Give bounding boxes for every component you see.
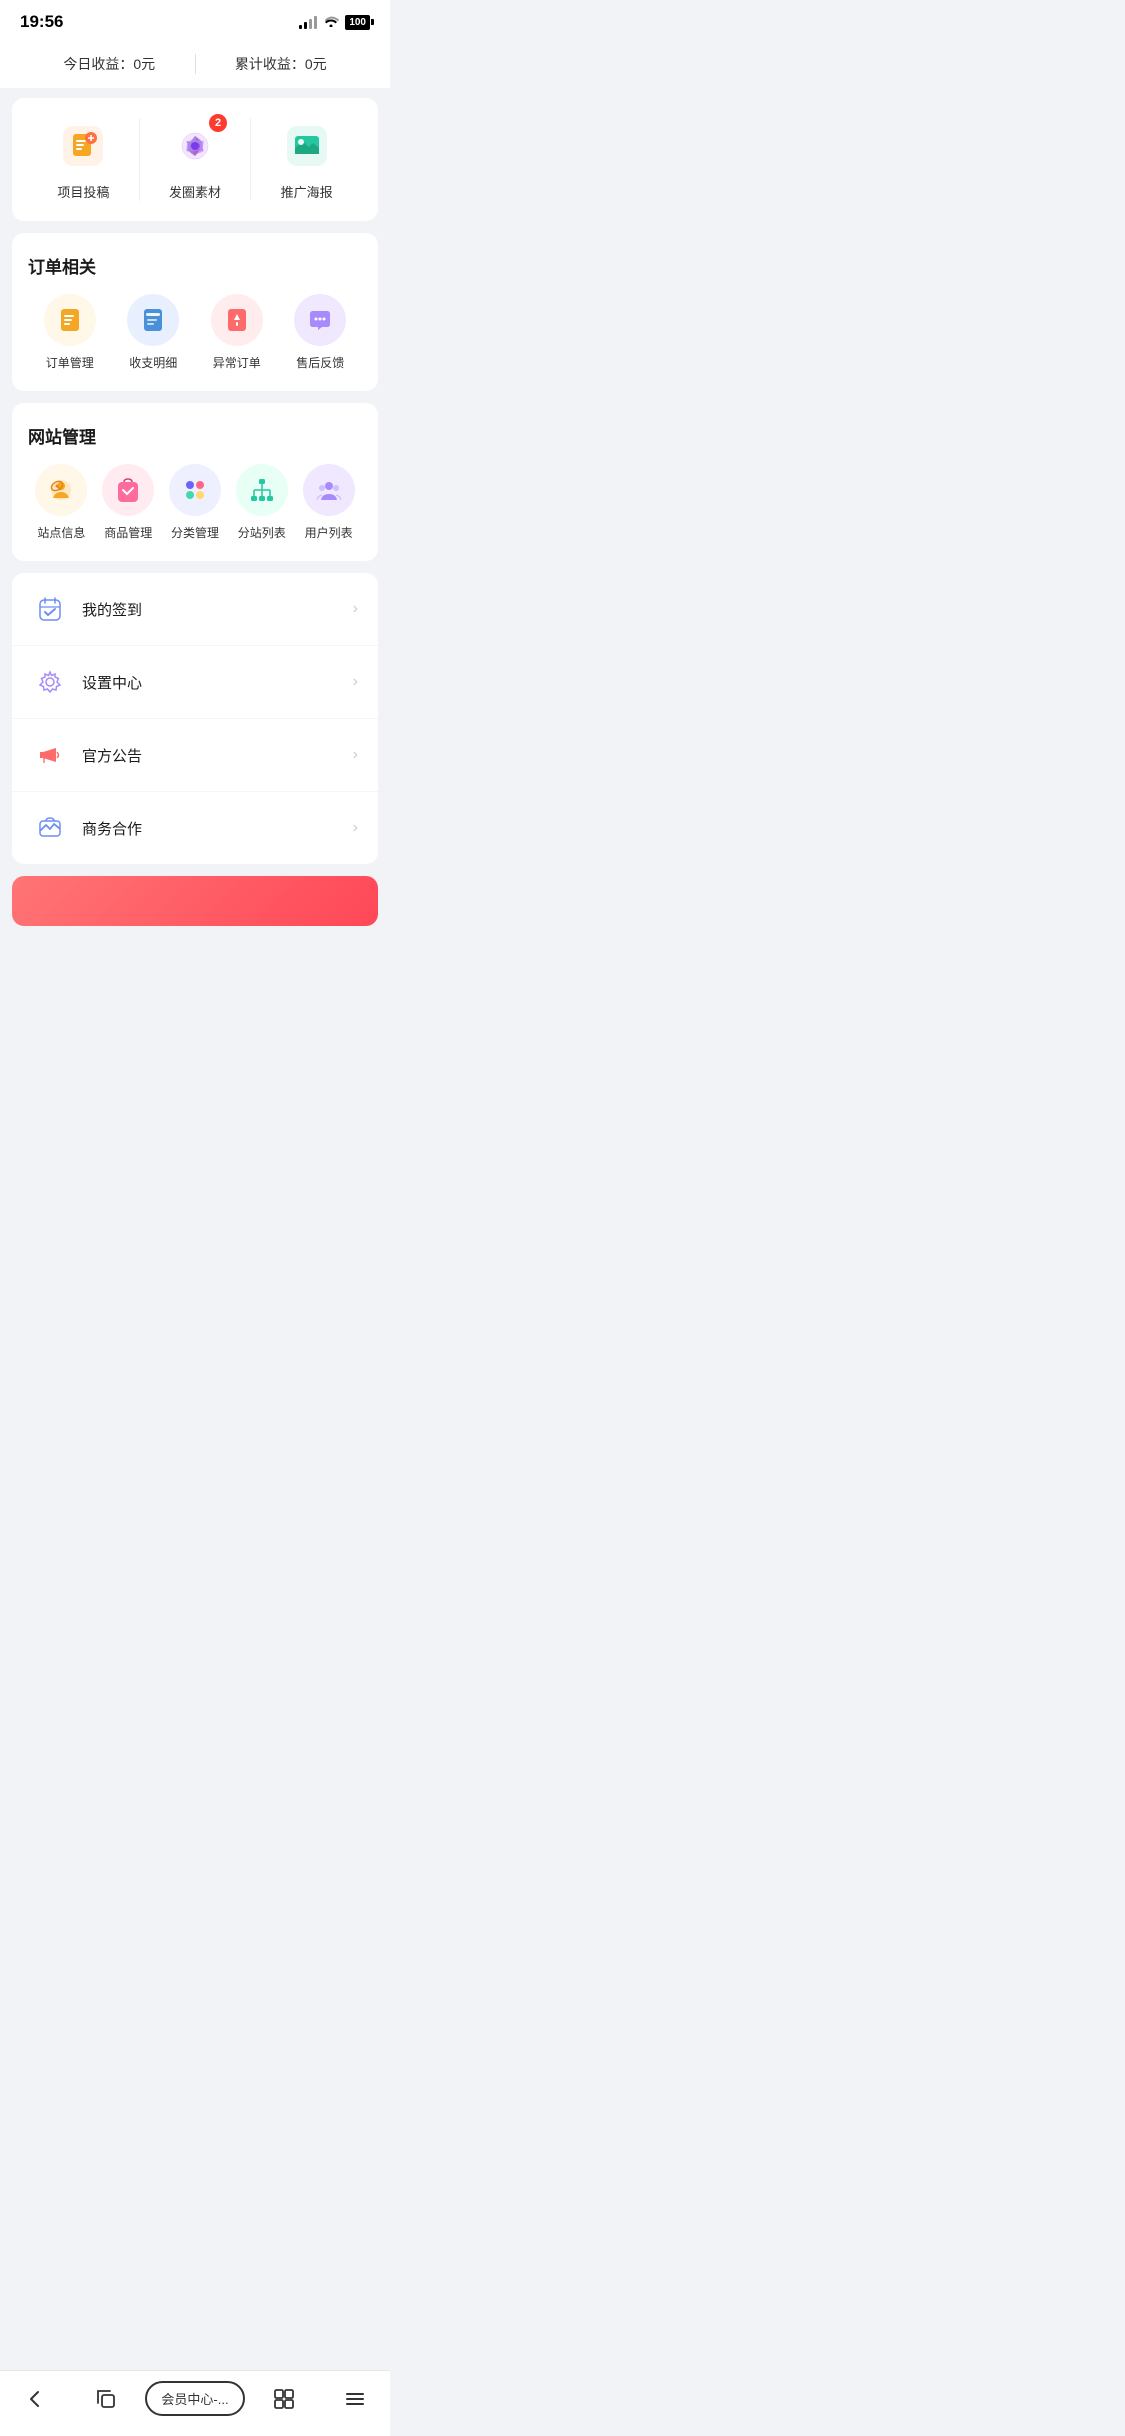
quick-action-moments[interactable]: 2 发圈素材 (140, 118, 252, 201)
wifi-icon (323, 15, 339, 30)
menu-item-checkin[interactable]: 我的签到 › (12, 573, 378, 646)
back-icon (24, 2388, 46, 2410)
grid-item-abnormal[interactable]: 异常订单 (195, 294, 279, 371)
checkin-label: 我的签到 (82, 599, 353, 620)
website-section-title: 网站管理 (28, 423, 362, 448)
poster-icon-bg (279, 118, 335, 174)
category-manage-icon (169, 464, 221, 516)
project-label: 项目投稿 (57, 182, 109, 201)
business-label: 商务合作 (82, 818, 353, 839)
poster-label: 推广海报 (281, 182, 333, 201)
nav-grid-button[interactable] (248, 2388, 319, 2410)
grid-item-category-manage[interactable]: 分类管理 (162, 464, 229, 541)
subsite-list-label: 分站列表 (238, 524, 286, 541)
product-manage-icon (102, 464, 154, 516)
website-grid: 站点信息 商品管理 (28, 464, 362, 541)
grid-item-product-manage[interactable]: 商品管理 (95, 464, 162, 541)
grid-icon (273, 2388, 295, 2410)
category-manage-label: 分类管理 (171, 524, 219, 541)
red-bottom-button[interactable] (12, 876, 378, 926)
status-time: 19:56 (20, 12, 63, 32)
moments-label: 发圈素材 (169, 182, 221, 201)
order-section-card: 订单相关 订单管理 (12, 233, 378, 391)
status-icons: 100 (299, 15, 370, 30)
moments-badge: 2 (209, 114, 227, 132)
income-detail-label: 收支明细 (129, 354, 177, 371)
copy-icon (95, 2388, 117, 2410)
project-icon (63, 126, 103, 166)
quick-actions-card: 项目投稿 (12, 98, 378, 221)
menu-item-settings[interactable]: 设置中心 › (12, 646, 378, 719)
business-icon (32, 810, 68, 846)
project-icon-bg (55, 118, 111, 174)
menu-item-announcement[interactable]: 官方公告 › (12, 719, 378, 792)
subsite-list-icon (236, 464, 288, 516)
nav-center-button[interactable]: 会员中心-... (142, 2381, 248, 2416)
user-list-icon (303, 464, 355, 516)
site-info-icon (35, 464, 87, 516)
abnormal-order-label: 异常订单 (213, 354, 261, 371)
battery-icon: 100 (345, 15, 370, 30)
grid-item-user-list[interactable]: 用户列表 (295, 464, 362, 541)
settings-chevron: › (353, 673, 358, 691)
announcement-label: 官方公告 (82, 745, 353, 766)
order-manage-label: 订单管理 (46, 354, 94, 371)
menu-item-business[interactable]: 商务合作 › (12, 792, 378, 864)
total-income: 累计收益：0元 (196, 54, 367, 74)
grid-item-after-sale[interactable]: 售后反馈 (279, 294, 363, 371)
checkin-chevron: › (353, 600, 358, 618)
after-sale-icon (294, 294, 346, 346)
today-income: 今日收益：0元 (24, 54, 195, 74)
menu-icon (344, 2388, 366, 2410)
moments-icon-bg: 2 (167, 118, 223, 174)
nav-copy-button[interactable] (71, 2388, 142, 2410)
income-detail-icon (127, 294, 179, 346)
nav-menu-button[interactable] (319, 2388, 390, 2410)
quick-action-project[interactable]: 项目投稿 (28, 118, 140, 201)
status-bar: 19:56 100 (0, 0, 390, 40)
grid-item-subsite-list[interactable]: 分站列表 (228, 464, 295, 541)
poster-icon (287, 126, 327, 166)
announcement-icon (32, 737, 68, 773)
site-info-label: 站点信息 (37, 524, 85, 541)
signal-icon (299, 15, 317, 29)
menu-list: 我的签到 › 设置中心 › (12, 573, 378, 864)
bottom-nav: 会员中心-... (0, 2370, 390, 2436)
abnormal-order-icon (211, 294, 263, 346)
after-sale-label: 售后反馈 (296, 354, 344, 371)
business-chevron: › (353, 819, 358, 837)
nav-back-button[interactable] (0, 2388, 71, 2410)
order-manage-icon (44, 294, 96, 346)
grid-item-site-info[interactable]: 站点信息 (28, 464, 95, 541)
grid-item-income-detail[interactable]: 收支明细 (112, 294, 196, 371)
announcement-chevron: › (353, 746, 358, 764)
checkin-icon (32, 591, 68, 627)
product-manage-label: 商品管理 (104, 524, 152, 541)
quick-actions-row: 项目投稿 (28, 118, 362, 201)
income-bar: 今日收益：0元 累计收益：0元 (0, 40, 390, 88)
settings-label: 设置中心 (82, 672, 353, 693)
user-list-label: 用户列表 (305, 524, 353, 541)
website-section-card: 网站管理 站点信息 (12, 403, 378, 561)
order-section-title: 订单相关 (28, 253, 362, 278)
settings-icon (32, 664, 68, 700)
order-grid: 订单管理 收支明细 (28, 294, 362, 371)
moments-icon (175, 126, 215, 166)
quick-action-poster[interactable]: 推广海报 (251, 118, 362, 201)
grid-item-order-manage[interactable]: 订单管理 (28, 294, 112, 371)
nav-center-label[interactable]: 会员中心-... (145, 2381, 244, 2416)
